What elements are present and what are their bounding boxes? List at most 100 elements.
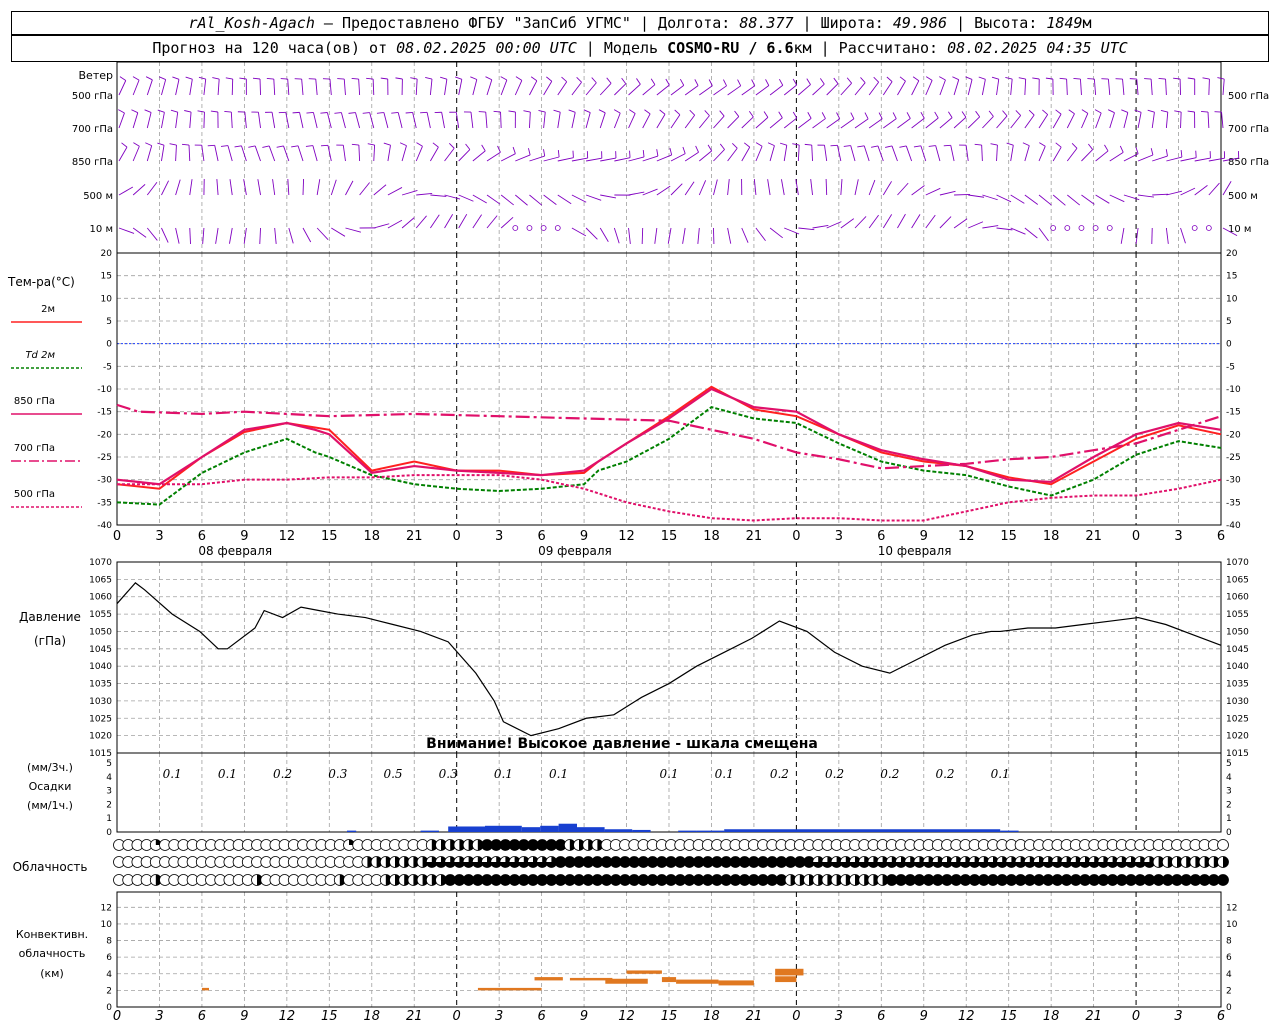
wind-barb-feather bbox=[695, 145, 699, 153]
wind-barb bbox=[229, 179, 233, 196]
wind-barb-feather bbox=[367, 143, 375, 146]
wind-barb-feather bbox=[1055, 109, 1062, 115]
wind-barb bbox=[514, 80, 523, 96]
x-tick-label-bottom: 15 bbox=[1000, 1009, 1017, 1024]
precip-ytick-right: 5 bbox=[1226, 759, 1232, 769]
wind-barb bbox=[897, 213, 906, 229]
x-tick-label-bottom: 0 bbox=[792, 1009, 800, 1024]
temp-ytick-left: -40 bbox=[97, 521, 112, 531]
wind-barb-feather bbox=[1088, 143, 1093, 150]
wind-barb bbox=[1151, 112, 1155, 129]
wind-barb bbox=[189, 179, 193, 196]
precip-bar bbox=[696, 830, 725, 832]
wind-barb bbox=[1180, 187, 1196, 196]
wind-barb-feather bbox=[362, 112, 370, 114]
wind-barb bbox=[1208, 78, 1210, 96]
precip-bar bbox=[604, 829, 633, 832]
wind-calm-mark bbox=[1078, 225, 1085, 231]
wind-barb bbox=[812, 224, 829, 229]
precip-units-3h: (мм/3ч.) bbox=[27, 761, 73, 774]
cloud-panel-title: Облачность bbox=[13, 860, 88, 874]
temp-ytick-right: -15 bbox=[1226, 408, 1241, 418]
wind-barb bbox=[1109, 112, 1115, 129]
wind-barb-feather bbox=[598, 109, 606, 114]
pressure-ytick-right: 1025 bbox=[1226, 714, 1249, 724]
date-label: 08 февраля bbox=[198, 544, 272, 558]
wind-barb-feather bbox=[121, 142, 128, 148]
pressure-ytick-left: 1015 bbox=[89, 749, 112, 759]
wind-barb-feather bbox=[383, 142, 391, 146]
wind-calm-mark bbox=[1064, 225, 1071, 231]
precip-bar bbox=[558, 823, 577, 832]
wind-barb bbox=[329, 79, 332, 96]
conv-ytick-right: 10 bbox=[1226, 920, 1238, 930]
wind-barb bbox=[783, 84, 797, 96]
wind-barb bbox=[911, 80, 920, 96]
wind-barb bbox=[600, 157, 617, 162]
wind-barb bbox=[543, 112, 546, 129]
wind-barb bbox=[967, 79, 973, 96]
conv-ytick-right: 12 bbox=[1226, 903, 1237, 913]
wind-barb bbox=[642, 113, 651, 129]
wind-barb-feather bbox=[119, 76, 127, 81]
wind-barb-feather bbox=[939, 76, 946, 81]
wind-barb-feather bbox=[351, 78, 359, 80]
wind-barb-feather bbox=[1073, 78, 1081, 80]
wind-barb-feather bbox=[1104, 144, 1109, 152]
wind-barb-feather bbox=[804, 143, 812, 146]
wind-barb bbox=[642, 84, 656, 96]
wind-barb bbox=[1123, 153, 1139, 162]
wind-barb-feather bbox=[118, 109, 125, 114]
wind-barb-feather bbox=[1144, 78, 1152, 80]
pressure-ytick-left: 1070 bbox=[89, 558, 112, 568]
wind-level-label-right: 500 гПа bbox=[1228, 91, 1269, 102]
wind-barb-feather bbox=[1150, 148, 1154, 156]
wind-barb bbox=[753, 179, 757, 196]
wind-barb bbox=[769, 84, 784, 96]
x-tick-label: 15 bbox=[661, 529, 678, 544]
wind-barb bbox=[850, 145, 856, 162]
wind-barb-feather bbox=[561, 76, 568, 83]
wind-barb-feather bbox=[644, 109, 651, 115]
wind-barb bbox=[1166, 190, 1183, 196]
wind-barb bbox=[1024, 145, 1030, 162]
precip-ytick-left: 3 bbox=[106, 787, 112, 797]
date-label: 09 февраля bbox=[538, 544, 612, 558]
wind-barb-feather bbox=[659, 109, 666, 115]
x-tick-label-bottom: 0 bbox=[453, 1009, 461, 1024]
wind-barb-feather bbox=[1134, 109, 1142, 113]
wind-barb bbox=[444, 79, 448, 96]
pressure-ytick-left: 1035 bbox=[89, 680, 112, 690]
wind-barb bbox=[939, 117, 953, 129]
conv-ytick-left: 0 bbox=[106, 1003, 112, 1013]
x-tick-label: 6 bbox=[537, 529, 545, 544]
pressure-ytick-right: 1030 bbox=[1226, 697, 1249, 707]
wind-barb-feather bbox=[455, 76, 462, 80]
pressure-ytick-right: 1065 bbox=[1226, 575, 1249, 585]
wind-barb bbox=[254, 145, 261, 162]
wind-barb bbox=[257, 112, 261, 129]
wind-barb bbox=[1136, 79, 1139, 96]
precip-amount-label: 0.2 bbox=[935, 767, 954, 781]
wind-barb bbox=[557, 81, 568, 96]
wind-barb bbox=[713, 149, 725, 162]
wind-barb-feather bbox=[743, 142, 751, 148]
wind-barb-feather bbox=[767, 142, 775, 147]
wind-barb bbox=[217, 79, 220, 96]
wind-barb bbox=[472, 150, 486, 162]
wind-barb-feather bbox=[974, 143, 982, 146]
wind-barb bbox=[387, 219, 403, 229]
wind-barb bbox=[416, 193, 433, 196]
wind-barb bbox=[355, 112, 361, 129]
wind-barb bbox=[713, 179, 718, 196]
wind-barb-feather bbox=[291, 145, 299, 148]
wind-barb bbox=[642, 188, 658, 196]
wind-barb bbox=[982, 116, 994, 129]
x-tick-label: 18 bbox=[703, 529, 720, 544]
conv-cloud-bar bbox=[718, 980, 754, 986]
wind-barb bbox=[214, 145, 219, 162]
wind-barb bbox=[401, 217, 415, 229]
date-label: 10 февраля bbox=[878, 544, 952, 558]
wind-barb bbox=[613, 112, 621, 129]
wind-barb-feather bbox=[1158, 77, 1166, 80]
